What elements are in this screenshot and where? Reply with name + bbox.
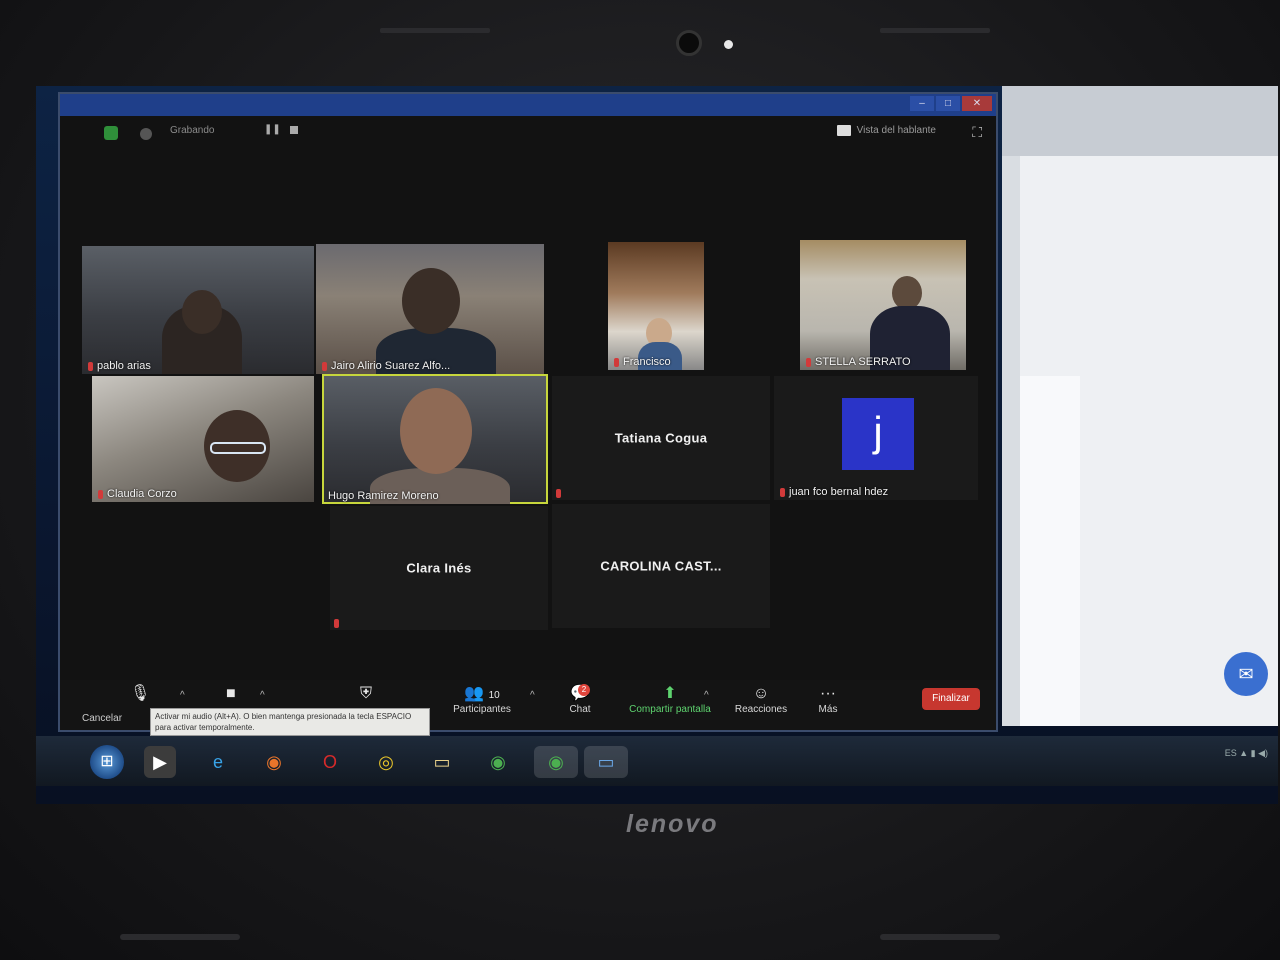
participants-caret-icon[interactable]: ^ — [530, 690, 535, 701]
browser-window[interactable] — [1002, 86, 1278, 726]
participant-tile-francisco[interactable]: Francisco — [608, 242, 704, 370]
gallery-view: pablo arias Jairo Alirio Suarez Alfo... … — [60, 94, 996, 730]
mic-muted-icon — [98, 489, 103, 499]
participant-tile-tatiana[interactable]: Tatiana Cogua — [552, 376, 770, 500]
participant-name: Francisco — [614, 356, 671, 368]
video-options-caret-icon[interactable]: ^ — [260, 690, 265, 701]
chat-unread-badge: 2 — [578, 684, 590, 696]
zoom-meeting-window: – □ ✕ Grabando ❚❚ Vista del hablante ⛶ p… — [58, 92, 998, 736]
participant-tile-hugo-active-speaker[interactable]: Hugo Ramirez Moreno — [322, 374, 548, 504]
participant-name: CAROLINA CAST... — [600, 558, 722, 574]
start-menu-icon[interactable]: ⊞ — [90, 745, 124, 779]
internet-explorer-icon[interactable]: e — [202, 746, 234, 778]
participants-button[interactable]: 👥 10 Participantes — [442, 684, 522, 715]
share-options-caret-icon[interactable]: ^ — [704, 690, 709, 701]
participant-name: Tatiana Cogua — [614, 430, 708, 446]
chat-label: Chat — [569, 704, 591, 715]
participant-tile-carolina[interactable]: CAROLINA CAST... — [552, 504, 770, 628]
participant-name: STELLA SERRATO — [806, 356, 911, 368]
mic-status — [334, 619, 339, 628]
windows-taskbar: ⊞ ▶ e ◉ O ◎ ▭ ◉ ◉ ▭ ES ▲ ▮ ◀) — [36, 736, 1278, 786]
browser-toolbar — [1002, 86, 1278, 156]
bezel-detail — [120, 934, 240, 940]
document-panel — [1020, 376, 1080, 726]
bezel-detail — [380, 28, 490, 33]
mic-muted-icon — [614, 357, 619, 367]
start-video-button[interactable]: ■ — [226, 684, 236, 704]
chat-button[interactable]: 💬 2 Chat — [560, 684, 600, 715]
more-label: Más — [818, 704, 838, 715]
participant-tile-claudia[interactable]: Claudia Corzo — [92, 376, 314, 502]
mic-muted-icon — [322, 361, 327, 371]
security-button[interactable]: ⛨ — [360, 684, 372, 704]
more-button[interactable]: ··· Más — [808, 684, 848, 715]
opera-icon[interactable]: O — [314, 746, 346, 778]
chrome-active-icon[interactable]: ◉ — [534, 746, 578, 778]
video-feed — [892, 276, 922, 310]
unmute-button[interactable]: 🎙 — [130, 684, 150, 704]
laptop-brand-logo: lenovo — [626, 810, 719, 838]
more-dots-icon: ··· — [820, 685, 836, 702]
chat-bubble-icon[interactable]: ✉ — [1224, 652, 1268, 696]
bezel-detail — [880, 934, 1000, 940]
participant-name: juan fco bernal hdez — [780, 486, 888, 498]
participants-icon: 👥 10 — [464, 685, 500, 702]
participant-name: Clara Inés — [406, 560, 472, 576]
reactions-label: Reacciones — [734, 704, 788, 715]
share-screen-label: Compartir pantalla — [629, 704, 711, 715]
participant-tile-juan[interactable]: j juan fco bernal hdez — [774, 376, 978, 500]
participant-name: Hugo Ramirez Moreno — [328, 490, 439, 502]
mic-status — [556, 489, 561, 498]
participant-tile-clara[interactable]: Clara Inés — [330, 506, 548, 630]
webcam-light — [724, 40, 733, 49]
browser-icon[interactable]: ◎ — [370, 746, 402, 778]
participant-avatar: j — [842, 398, 914, 470]
mic-muted-icon — [556, 489, 561, 498]
reactions-icon: ☺ — [752, 685, 770, 702]
participant-tile-stella[interactable]: STELLA SERRATO — [800, 240, 966, 370]
end-meeting-button[interactable]: Finalizar — [922, 688, 980, 710]
video-feed — [402, 268, 460, 334]
participant-name: Claudia Corzo — [98, 488, 177, 500]
system-tray[interactable]: ES ▲ ▮ ◀) — [1225, 748, 1268, 759]
participants-label: Participantes — [453, 704, 511, 715]
video-camera-icon: ■ — [226, 685, 236, 702]
mic-muted-icon — [806, 357, 811, 367]
video-feed — [400, 388, 472, 474]
participant-tile-pablo[interactable]: pablo arias — [82, 246, 314, 374]
reactions-button[interactable]: ☺ Reacciones — [726, 684, 796, 715]
participant-name: pablo arias — [88, 360, 151, 372]
media-player-icon[interactable]: ▶ — [144, 746, 176, 778]
zoom-app-icon[interactable]: ▭ — [584, 746, 628, 778]
participant-name: Jairo Alirio Suarez Alfo... — [322, 360, 450, 372]
laptop-screen: ✉ – □ ✕ Grabando ❚❚ Vista del hablante ⛶ — [36, 86, 1278, 804]
bezel-detail — [880, 28, 990, 33]
browser-page — [1020, 156, 1278, 726]
shield-icon: ⛨ — [360, 685, 373, 702]
chrome-icon[interactable]: ◉ — [482, 746, 514, 778]
audio-options-caret-icon[interactable]: ^ — [180, 690, 185, 701]
mic-muted-icon — [88, 361, 93, 371]
video-feed — [210, 442, 266, 454]
cancel-label: Cancelar — [82, 713, 123, 724]
file-explorer-icon[interactable]: ▭ — [426, 746, 458, 778]
meeting-controls-bar: 🎙 Cancelar ^ ■ ^ ⛨ 👥 10 Participantes ^ … — [60, 680, 996, 736]
mute-tooltip: Activar mi audio (Alt+A). O bien manteng… — [150, 708, 430, 736]
participant-tile-jairo[interactable]: Jairo Alirio Suarez Alfo... — [316, 244, 544, 374]
webcam — [676, 30, 702, 56]
firefox-icon[interactable]: ◉ — [258, 746, 290, 778]
mic-muted-icon — [334, 619, 339, 628]
video-feed — [182, 290, 222, 334]
microphone-muted-icon: 🎙 — [130, 685, 151, 702]
mic-muted-icon — [780, 487, 785, 497]
